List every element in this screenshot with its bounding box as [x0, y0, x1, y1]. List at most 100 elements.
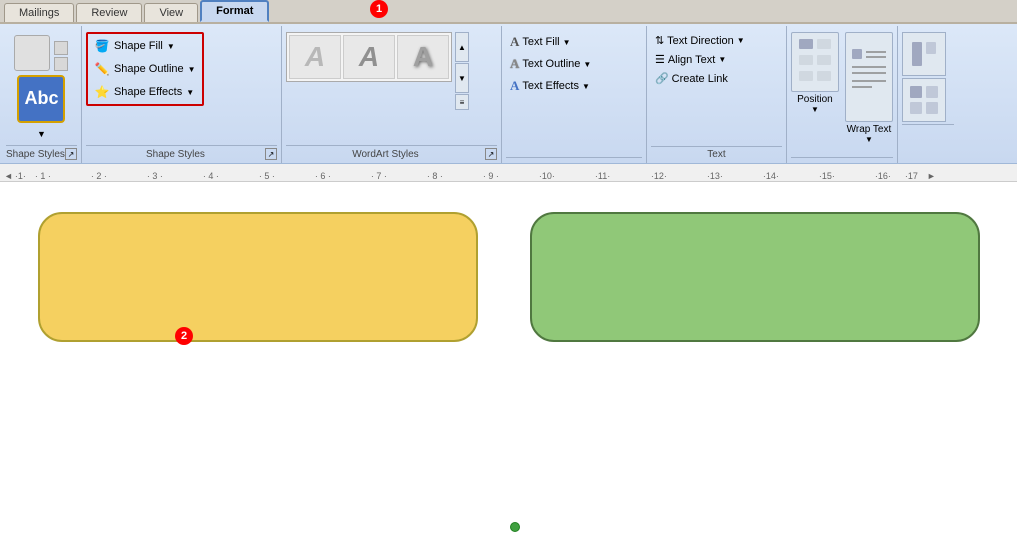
- ruler-tick-9: · 9 ·: [483, 171, 539, 181]
- wrap-text-icon: [850, 47, 888, 107]
- shape-styles-top: 🪣 Shape Fill ▼ ✏️ Shape Outline ▼ ⭐ Shap…: [86, 28, 277, 143]
- text-outline-button[interactable]: A Text Outline ▼: [506, 54, 642, 74]
- ruler-tick-8: · 8 ·: [427, 171, 483, 181]
- arrange-group-bottom: [791, 157, 893, 163]
- extra-buttons-group: [898, 26, 958, 163]
- ruler-right-arrow: ►: [927, 171, 936, 181]
- shape-styles-dialog-launcher-2[interactable]: ↗: [265, 148, 277, 160]
- outline-dropdown-arrow[interactable]: ▼: [188, 65, 196, 74]
- ruler-tick-16: ·16·: [875, 171, 905, 181]
- text-direction-group: ⇅ Text Direction ▼ ☰ Align Text ▼ 🔗 Crea…: [647, 26, 787, 163]
- wordart-row-1: A A A: [289, 35, 449, 79]
- tab-format[interactable]: Format: [200, 0, 269, 22]
- ruler-tick-7: · 7 ·: [371, 171, 427, 181]
- shape-fill-icon: 🪣: [94, 38, 110, 54]
- text-group-bottom: [506, 157, 642, 163]
- ruler: ◄ ·1· · 1 · · 2 · · 3 · · 4 · · 5 · · 6 …: [0, 164, 1017, 182]
- wordart-gallery: A A A: [286, 32, 452, 82]
- shape-yellow[interactable]: [38, 212, 478, 342]
- shape-preview-area: Abc ▼: [6, 30, 77, 143]
- wordart-scroll-up[interactable]: ▲: [455, 32, 469, 62]
- arrange-group: Position ▼ Wrap Text ▼: [787, 26, 898, 163]
- shape-styles-dialog-launcher[interactable]: ↗: [65, 148, 77, 160]
- wordart-item-3[interactable]: A: [397, 35, 449, 79]
- shape-styles-label: Shape Styles: [6, 149, 65, 160]
- wrap-text-section: Wrap Text ▼: [845, 32, 893, 144]
- extra-group-bottom: [902, 124, 954, 130]
- extra-icon-2: [908, 84, 940, 116]
- text-group: A Text Fill ▼ A Text Outline ▼ A Text Ef…: [502, 26, 647, 163]
- shape-styles-bottom-label: Shape Styles: [86, 149, 265, 160]
- wordart-dialog-launcher[interactable]: ↗: [485, 148, 497, 160]
- wordart-scroll: ▲ ▼ ≡: [455, 32, 469, 110]
- wordart-styles-group: A A A ▲ ▼ ≡ WordArt Styles ↗: [282, 26, 502, 163]
- shape-styles-group: 🪣 Shape Fill ▼ ✏️ Shape Outline ▼ ⭐ Shap…: [82, 26, 282, 163]
- text-effects-button[interactable]: A Text Effects ▼: [506, 76, 642, 96]
- text-direction-content: ⇅ Text Direction ▼ ☰ Align Text ▼ 🔗 Crea…: [651, 28, 782, 144]
- wordart-item-1[interactable]: A: [289, 35, 341, 79]
- text-direction-button[interactable]: ⇅ Text Direction ▼: [651, 32, 782, 49]
- fill-dropdown-arrow[interactable]: ▼: [167, 42, 175, 51]
- position-section: Position ▼: [791, 32, 839, 114]
- shape-preview-group-bottom: Shape Styles ↗: [6, 145, 77, 163]
- extra-buttons-content: [902, 28, 954, 122]
- wordart-group-bottom: WordArt Styles ↗: [286, 145, 497, 163]
- wrap-text-label: Wrap Text: [847, 124, 892, 135]
- ruler-content: ◄ ·1· · 1 · · 2 · · 3 · · 4 · · 5 · · 6 …: [0, 164, 936, 181]
- position-arrow[interactable]: ▼: [811, 105, 819, 114]
- ruler-tick-4: · 4 ·: [203, 171, 259, 181]
- ruler-tick-12: ·12·: [651, 171, 707, 181]
- badge-2: 2: [175, 327, 193, 345]
- document-area: 2: [0, 182, 1017, 534]
- ruler-tick-6: · 6 ·: [315, 171, 371, 181]
- ruler-tick-2: · 2 ·: [91, 171, 147, 181]
- wrap-text-arrow[interactable]: ▼: [865, 135, 873, 144]
- position-label: Position: [797, 94, 833, 105]
- text-group-label-2: Text: [651, 149, 782, 160]
- shape-preview-group: Abc ▼ Shape Styles ↗: [2, 26, 82, 163]
- text-direction-arrow[interactable]: ▼: [737, 36, 745, 45]
- create-link-button[interactable]: 🔗 Create Link: [651, 70, 782, 87]
- text-fill-button[interactable]: A Text Fill ▼: [506, 32, 642, 52]
- shape-style-buttons: 🪣 Shape Fill ▼ ✏️ Shape Outline ▼ ⭐ Shap…: [90, 36, 200, 102]
- align-text-button[interactable]: ☰ Align Text ▼: [651, 51, 782, 68]
- shape-effects-icon: ⭐: [94, 84, 110, 100]
- shape-effects-button[interactable]: ⭐ Shape Effects ▼: [90, 82, 200, 102]
- shape-green[interactable]: [530, 212, 980, 342]
- shape-outline-button[interactable]: ✏️ Shape Outline ▼: [90, 59, 200, 79]
- ruler-tick-3: · 3 ·: [147, 171, 203, 181]
- ruler-left-arrow: ◄: [4, 171, 13, 181]
- wordart-item-2[interactable]: A: [343, 35, 395, 79]
- wordart-scroll-down[interactable]: ▼: [455, 63, 469, 93]
- extra-btn-2[interactable]: [902, 78, 946, 122]
- expand-arrow[interactable]: ▼: [37, 129, 46, 139]
- wordart-more[interactable]: ≡: [455, 94, 469, 110]
- text-outline-arrow[interactable]: ▼: [583, 60, 591, 69]
- text-dir-group-bottom: Text: [651, 146, 782, 163]
- wordart-styles-content: A A A ▲ ▼ ≡: [286, 28, 497, 143]
- ruler-tick-10: ·10·: [539, 171, 595, 181]
- text-outline-icon: A: [510, 56, 519, 72]
- text-fill-arrow[interactable]: ▼: [563, 38, 571, 47]
- align-text-icon: ☰: [655, 53, 665, 66]
- text-effects-arrow[interactable]: ▼: [582, 82, 590, 91]
- ruler-tick-5: · 5 ·: [259, 171, 315, 181]
- tab-mailings[interactable]: Mailings: [4, 3, 74, 22]
- ribbon: Abc ▼ Shape Styles ↗ 🪣 Shape Fill ▼: [0, 24, 1017, 164]
- tab-bar: Mailings Review View Format 1: [0, 0, 1017, 24]
- extra-icon-1: [908, 38, 940, 70]
- abc-button[interactable]: Abc: [17, 75, 65, 123]
- position-button[interactable]: [791, 32, 839, 92]
- ruler-tick-15: ·15·: [819, 171, 875, 181]
- effects-dropdown-arrow[interactable]: ▼: [186, 88, 194, 97]
- text-direction-icon: ⇅: [655, 34, 664, 47]
- shape-outline-icon: ✏️: [94, 61, 110, 77]
- tab-review[interactable]: Review: [76, 3, 142, 22]
- ruler-tick-14: ·14·: [763, 171, 819, 181]
- shape-fill-button[interactable]: 🪣 Shape Fill ▼: [90, 36, 200, 56]
- align-text-arrow[interactable]: ▼: [718, 55, 726, 64]
- doc-page: [0, 182, 1017, 534]
- wrap-text-button[interactable]: [845, 32, 893, 122]
- tab-view[interactable]: View: [144, 3, 198, 22]
- extra-btn-1[interactable]: [902, 32, 946, 76]
